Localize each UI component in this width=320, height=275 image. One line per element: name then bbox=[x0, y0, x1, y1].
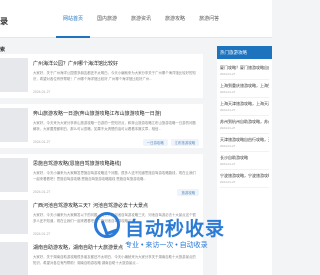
main-nav: 网站首页 国内旅游 旅游资讯 旅游攻略 旅游问答 bbox=[56, 0, 226, 38]
sidebar-item-date: 2024-01-27 bbox=[220, 72, 236, 76]
watermark-title: 自动秒收录 bbox=[125, 219, 226, 240]
article-tag[interactable]: 江布旅游攻略 bbox=[170, 139, 199, 146]
sidebar-item[interactable]: 上海到重庆旅游攻略，上海到重庆自驾游攻略 2024-01-27 bbox=[220, 80, 269, 98]
sidebar-item[interactable]: 苏州到杭州自助游攻略，苏州自助游攻略 2024-01-27 bbox=[220, 116, 269, 134]
sidebar-item-date: 2024-01-27 bbox=[220, 180, 236, 184]
article-tag[interactable]: 一日游攻略 bbox=[142, 139, 168, 146]
article-thumbnail[interactable] bbox=[0, 200, 28, 234]
sidebar-item[interactable]: 上海天津旅游攻略，上海天津旅游攻略 2024-01-27 bbox=[220, 98, 269, 116]
article-thumbnail[interactable] bbox=[0, 158, 28, 192]
watermark: 自动秒收录 专业 • 来访一次 • 自动收录 bbox=[94, 210, 264, 260]
sidebar-item[interactable]: 长沙自助游攻略 2024-01-27 bbox=[220, 152, 269, 170]
nav-item-domestic[interactable]: 国内旅游 bbox=[90, 0, 124, 38]
sidebar-item-date: 2024-01-27 bbox=[220, 90, 236, 94]
article-card[interactable]: 思施自驾游攻略(恩施自驾旅游攻略路线) 大家好，今天小编来为大家解答思施自驾游攻… bbox=[0, 154, 203, 198]
article-thumbnail[interactable] bbox=[0, 58, 28, 92]
article-tags: 一日游攻略 江布旅游攻略 bbox=[142, 139, 199, 146]
nav-item-guides[interactable]: 旅游攻略 bbox=[158, 0, 192, 38]
article-title[interactable]: 广西河池自驾游攻略三天？河池自驾游必去十大景点 bbox=[33, 202, 148, 209]
article-date: 2024-01-27 bbox=[33, 232, 51, 236]
watermark-logo-icon bbox=[94, 212, 120, 238]
article-thumbnail[interactable] bbox=[0, 108, 28, 142]
site-logo[interactable]: 录 bbox=[0, 16, 8, 27]
sidebar-item-title[interactable]: 上海到重庆旅游攻略，上海到重庆自驾游攻略 bbox=[220, 83, 269, 89]
nav-item-news[interactable]: 旅游资讯 bbox=[124, 0, 158, 38]
section-title: 索 bbox=[0, 47, 6, 53]
site-header: 录 网站首页 国内旅游 旅游资讯 旅游攻略 旅游问答 bbox=[0, 0, 272, 38]
article-excerpt: 大家好，今天来为大家分享奔山旅游攻略一日游的一些知识点，和奔山旅游攻略江布山旅游… bbox=[33, 121, 196, 131]
sidebar-item[interactable]: 厦门攻略？厦门旅游攻略自由行 2024-01-27 bbox=[220, 62, 269, 80]
article-title[interactable]: 广州海洋公园？广州哪个海洋馆比较好 bbox=[33, 60, 118, 67]
watermark-subtitle: 专业 • 来访一次 • 自动收录 bbox=[125, 242, 208, 249]
article-card[interactable]: 奔山旅游攻略一日游(奔山旅游攻略江布山旅游攻略一日游) 大家好，今天来为大家分享… bbox=[0, 104, 203, 148]
article-date: 2024-01-27 bbox=[33, 90, 51, 94]
sidebar-item-date: 2024-01-27 bbox=[220, 126, 236, 130]
sidebar-item-title[interactable]: 天津旅游攻略自由行攻略，天津旅游攻略 bbox=[220, 137, 269, 143]
sidebar-item[interactable]: 宁波旅游攻略，宁波旅游攻略景点 2024-01-27 bbox=[220, 170, 269, 188]
sidebar-item-date: 2024-01-27 bbox=[220, 144, 236, 148]
sidebar-item-title[interactable]: 上海天津旅游攻略，上海天津旅游攻略 bbox=[220, 101, 269, 107]
article-tag[interactable]: 旅游攻略 bbox=[177, 189, 199, 196]
article-date: 2024-01-27 bbox=[33, 190, 51, 194]
nav-item-qa[interactable]: 旅游问答 bbox=[192, 0, 226, 38]
sidebar-list: 厦门攻略？厦门旅游攻略自由行 2024-01-27 上海到重庆旅游攻略，上海到重… bbox=[217, 59, 272, 191]
sidebar-item-date: 2024-01-27 bbox=[220, 162, 236, 166]
article-tags: 旅游攻略 bbox=[177, 189, 199, 196]
sidebar-item[interactable]: 天津旅游攻略自由行攻略，天津旅游攻略 2024-01-27 bbox=[220, 134, 269, 152]
nav-item-home[interactable]: 网站首页 bbox=[56, 0, 91, 38]
sidebar-item-date: 2024-01-27 bbox=[220, 108, 236, 112]
sidebar-item-title[interactable]: 长沙自助游攻略 bbox=[220, 155, 269, 161]
article-excerpt: 大家好，关于广州海洋公园很多朋友都还不太明白，今天小编就来为大家分享关于广州哪个… bbox=[33, 71, 196, 81]
article-card[interactable]: 广州海洋公园？广州哪个海洋馆比较好 大家好，关于广州海洋公园很多朋友都还不太明白… bbox=[0, 54, 203, 98]
article-thumbnail[interactable] bbox=[0, 242, 28, 275]
sidebar-item-title[interactable]: 宁波旅游攻略，宁波旅游攻略景点 bbox=[220, 173, 269, 179]
article-date: 2024-01-27 bbox=[33, 140, 51, 144]
article-excerpt: 大家好，今天小编来为大家解答思施自驾游攻略这个问题，很多人还不知道思施自驾游攻略… bbox=[33, 171, 196, 181]
article-title[interactable]: 思施自驾游攻略(恩施自驾旅游攻略路线) bbox=[33, 160, 121, 167]
sidebar-item-title[interactable]: 厦门攻略？厦门旅游攻略自由行 bbox=[220, 65, 269, 71]
article-title[interactable]: 奔山旅游攻略一日游(奔山旅游攻略江布山旅游攻略一日游) bbox=[33, 110, 161, 117]
sidebar-item-title[interactable]: 苏州到杭州自助游攻略，苏州自助游攻略 bbox=[220, 119, 269, 125]
sidebar-title: 热门旅游攻略 bbox=[217, 46, 272, 59]
